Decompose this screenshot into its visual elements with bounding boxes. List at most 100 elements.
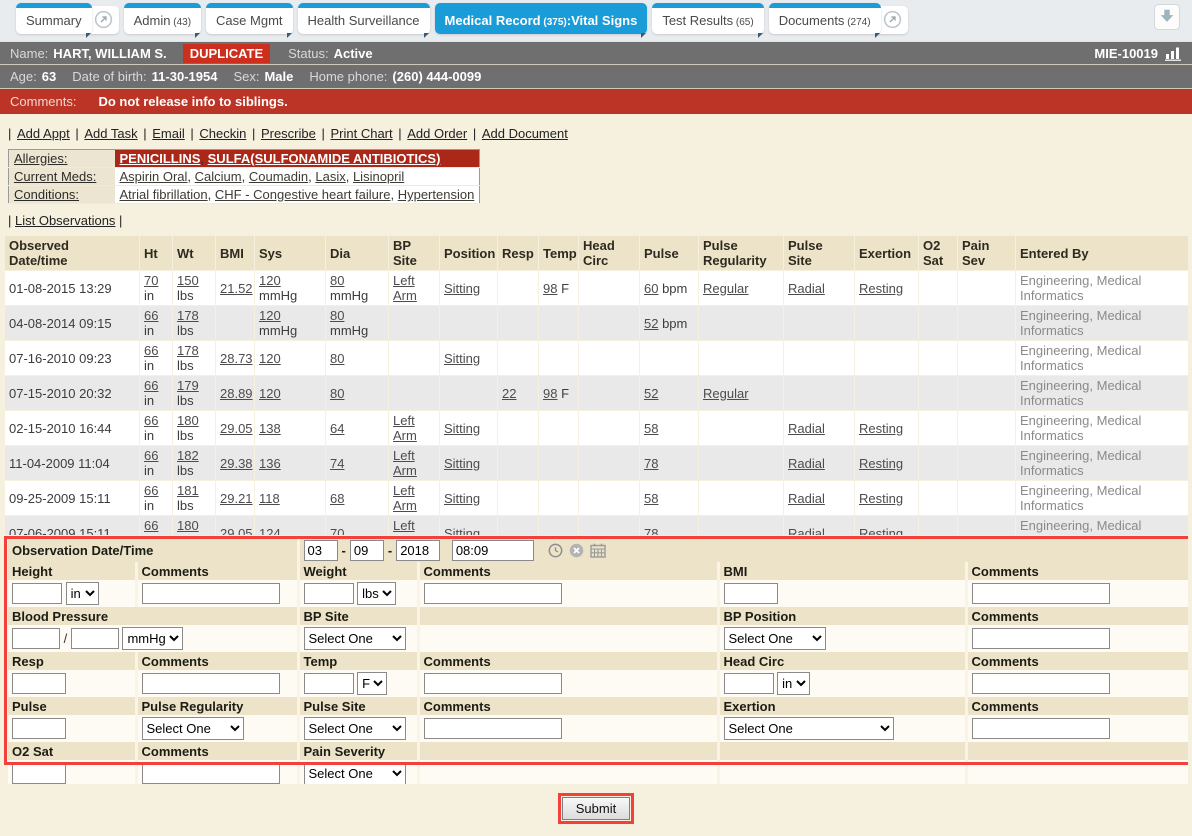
observation-value-link[interactable]: 52 [644,316,658,331]
medication-link[interactable]: Calcium [195,169,242,184]
tab-case-mgmt[interactable]: Case Mgmt [206,3,292,34]
comments-input[interactable] [142,583,280,604]
comments-input[interactable] [972,718,1110,739]
conditions-label-link[interactable]: Conditions: [14,187,79,202]
observation-value-link[interactable]: Resting [859,491,903,506]
observation-value-link[interactable]: 98 [543,386,557,401]
pulse-regularity-select[interactable]: Select One [142,717,244,740]
observation-value-link[interactable]: Radial [788,281,825,296]
head-circ-input[interactable] [724,673,774,694]
head-circ-unit-select[interactable]: in [777,672,810,695]
bp-unit-select[interactable]: mmHg [122,627,183,650]
observation-value-link[interactable]: Radial [788,456,825,471]
observation-value-link[interactable]: 29.21 [220,491,253,506]
observation-value-link[interactable]: 64 [330,421,344,436]
comments-input[interactable] [972,583,1110,604]
action-link-add-appt[interactable]: Add Appt [17,126,70,141]
action-link-print-chart[interactable]: Print Chart [330,126,392,141]
observation-value-link[interactable]: 179 [177,378,199,393]
action-link-add-order[interactable]: Add Order [407,126,467,141]
popout-icon[interactable] [89,6,119,34]
observation-value-link[interactable]: 78 [644,526,658,536]
observation-value-link[interactable]: 66 [144,483,158,498]
observation-value-link[interactable]: 28.89 [220,386,253,401]
allergy-link[interactable]: PENICILLINS [120,151,201,166]
date-day-input[interactable] [350,540,384,561]
observation-value-link[interactable]: 181 [177,483,199,498]
tab-admin[interactable]: Admin (43) [124,3,201,34]
observation-value-link[interactable]: 66 [144,308,158,323]
observation-value-link[interactable]: 21.52 [220,281,253,296]
allergies-label-link[interactable]: Allergies: [14,151,67,166]
popout-icon[interactable] [878,6,908,34]
observation-value-link[interactable]: 22 [502,386,516,401]
list-observations-link[interactable]: List Observations [15,213,115,228]
comments-input[interactable] [424,673,562,694]
observation-value-link[interactable]: 66 [144,413,158,428]
clear-icon[interactable] [569,543,584,558]
observation-value-link[interactable]: Regular [703,386,749,401]
observation-value-link[interactable]: 29.05 [220,421,253,436]
submit-button[interactable]: Submit [562,797,630,820]
observation-value-link[interactable]: 180 [177,413,199,428]
action-link-add-task[interactable]: Add Task [84,126,137,141]
observation-value-link[interactable]: 138 [259,421,281,436]
observation-value-link[interactable]: 80 [330,386,344,401]
observation-value-link[interactable]: 178 [177,343,199,358]
pulse-input[interactable] [12,718,66,739]
action-link-email[interactable]: Email [152,126,185,141]
observation-value-link[interactable]: 182 [177,448,199,463]
bp-systolic-input[interactable] [12,628,60,649]
clock-icon[interactable] [548,543,563,558]
tab-test-results[interactable]: Test Results (65) [652,3,763,34]
observation-value-link[interactable]: Left Arm [393,518,417,535]
observation-value-link[interactable]: Radial [788,526,825,536]
observation-value-link[interactable]: 74 [330,456,344,471]
observation-value-link[interactable]: Left Arm [393,413,417,443]
duplicate-badge[interactable]: DUPLICATE [183,44,270,63]
flowsheet-chart-icon[interactable] [1164,46,1182,61]
medication-link[interactable]: Lisinopril [353,169,404,184]
resp-input[interactable] [12,673,66,694]
observation-value-link[interactable]: 180 [177,518,199,533]
observation-value-link[interactable]: Radial [788,421,825,436]
pulse-site-select[interactable]: Select One [304,717,406,740]
condition-link[interactable]: Hypertension [398,187,475,202]
bp-site-select[interactable]: Select One [304,627,406,650]
medication-link[interactable]: Coumadin [249,169,308,184]
observation-value-link[interactable]: 98 [543,281,557,296]
observation-value-link[interactable]: Resting [859,421,903,436]
bp-position-select[interactable]: Select One [724,627,826,650]
date-month-input[interactable] [304,540,338,561]
observation-value-link[interactable]: 29.05 [220,526,253,536]
observation-value-link[interactable]: Sitting [444,281,480,296]
action-link-prescribe[interactable]: Prescribe [261,126,316,141]
observation-value-link[interactable]: Sitting [444,421,480,436]
observation-value-link[interactable]: 80 [330,273,344,288]
observation-value-link[interactable]: 150 [177,273,199,288]
observation-value-link[interactable]: 120 [259,308,281,323]
calendar-icon[interactable] [590,543,606,558]
pain-severity-select[interactable]: Select One [304,762,406,784]
exertion-select[interactable]: Select One [724,717,894,740]
current-meds-label-link[interactable]: Current Meds: [14,169,96,184]
time-input[interactable] [452,540,534,561]
temp-unit-select[interactable]: F [357,672,387,695]
medication-link[interactable]: Lasix [315,169,345,184]
observation-value-link[interactable]: 66 [144,378,158,393]
observation-value-link[interactable]: Left Arm [393,448,417,478]
observation-value-link[interactable]: Regular [703,281,749,296]
observation-value-link[interactable]: 66 [144,448,158,463]
observation-value-link[interactable]: Sitting [444,491,480,506]
tab-medical-record[interactable]: Medical Record (375):Vital Signs [435,3,648,34]
observation-value-link[interactable]: 28.73 [220,351,253,366]
observation-value-link[interactable]: Resting [859,281,903,296]
observation-value-link[interactable]: 120 [259,273,281,288]
weight-input[interactable] [304,583,354,604]
observation-value-link[interactable]: 52 [644,386,658,401]
tab-summary[interactable]: Summary [16,3,92,34]
observation-value-link[interactable]: 66 [144,518,158,533]
observation-value-link[interactable]: 70 [330,526,344,536]
condition-link[interactable]: Atrial fibrillation [120,187,208,202]
condition-link[interactable]: CHF - Congestive heart failure [215,187,391,202]
